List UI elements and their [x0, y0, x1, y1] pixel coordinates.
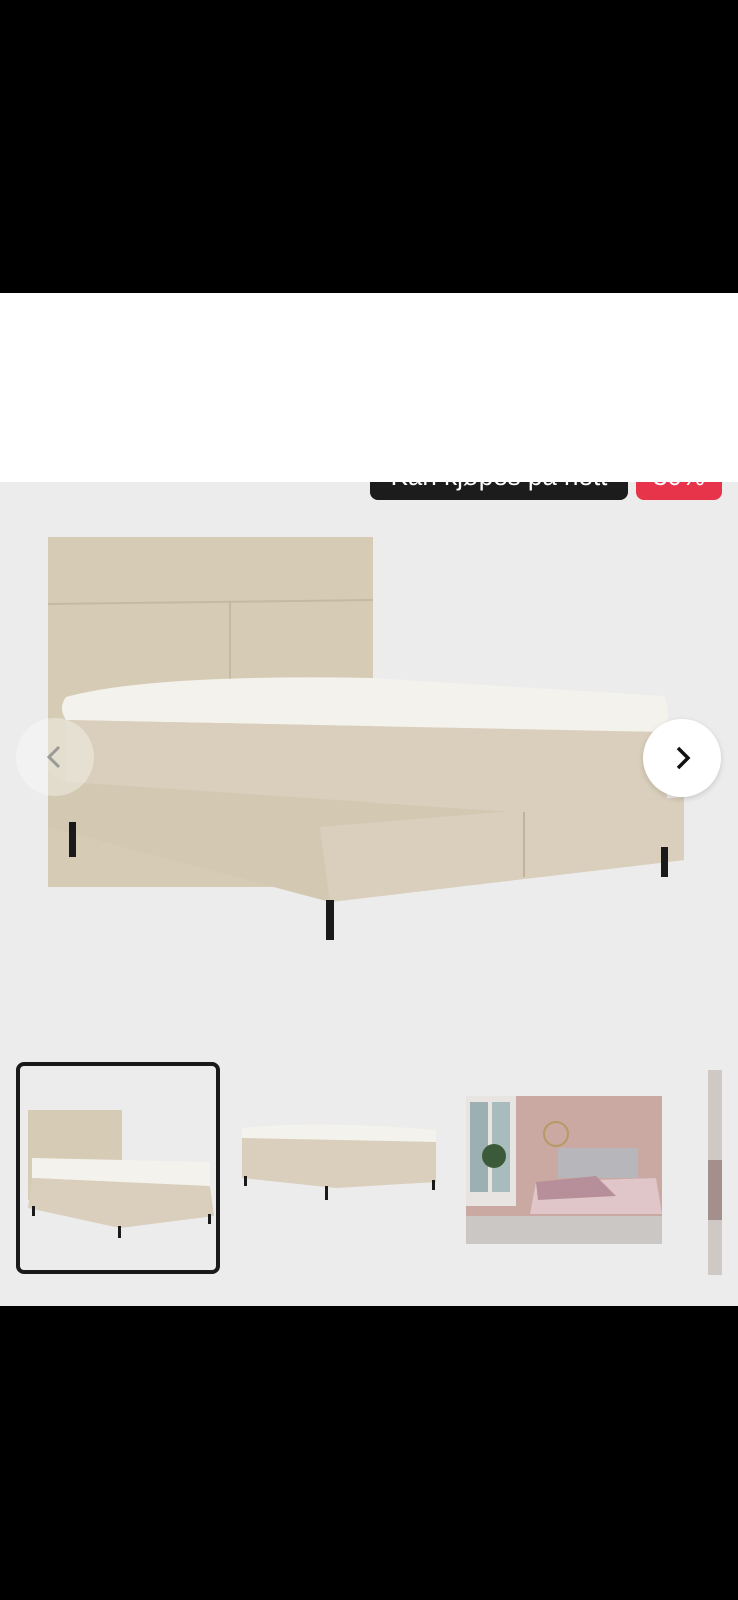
discount-badge: 30%: [636, 482, 722, 500]
buy-online-badge: Kan kjøpes på nett: [370, 482, 628, 500]
thumbnail-strip: [0, 1062, 738, 1282]
top-black-area: [0, 0, 738, 293]
main-product-image: [47, 537, 684, 940]
product-gallery: Kan kjøpes på nett 30%: [0, 482, 738, 1306]
next-image-button[interactable]: [643, 719, 721, 797]
chevron-left-icon: [46, 745, 61, 769]
chevron-right-icon: [676, 746, 691, 770]
thumbnail-1[interactable]: [16, 1062, 220, 1274]
thumbnail-4[interactable]: [708, 1070, 722, 1275]
previous-image-button[interactable]: [16, 718, 94, 796]
thumbnail-3[interactable]: [466, 1096, 662, 1244]
thumbnail-2[interactable]: [236, 1090, 442, 1240]
bottom-black-area: [0, 1306, 738, 1600]
white-spacer: [0, 293, 738, 482]
